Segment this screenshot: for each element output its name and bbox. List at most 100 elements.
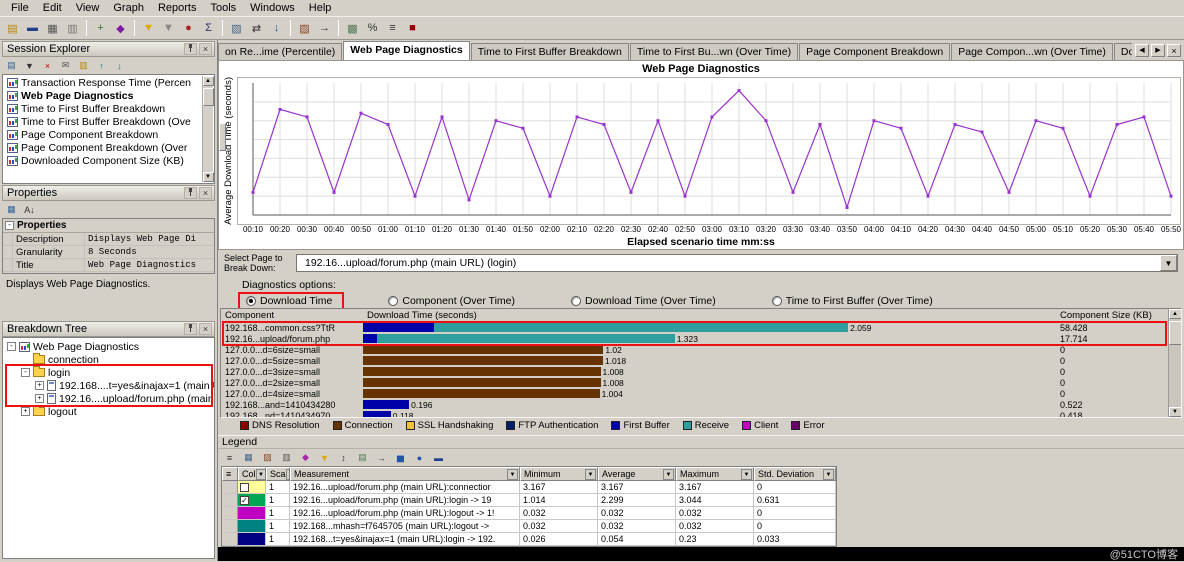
tab-time-to-first-bu-wn-over-time[interactable]: Time to First Bu...wn (Over Time)	[630, 43, 798, 60]
mail-icon[interactable]: ✉	[57, 58, 74, 73]
add-graph-icon[interactable]: +	[91, 19, 110, 37]
properties-group-row[interactable]: - Properties	[3, 219, 214, 233]
session-tree-item-web-page-diagnostics[interactable]: Web Page Diagnostics	[4, 89, 201, 102]
columns-icon[interactable]: ▤	[354, 450, 371, 465]
tab-web-page-diagnostics[interactable]: Web Page Diagnostics	[343, 41, 469, 60]
move-up-icon[interactable]: ↑	[93, 58, 110, 73]
header-dropdown-icon[interactable]: ▼	[741, 469, 752, 480]
scroll-up-icon[interactable]: ▲	[203, 76, 214, 86]
show-measurement-checkbox[interactable]	[240, 483, 249, 492]
show-measurement-checkbox[interactable]: ✓	[240, 496, 249, 505]
radio-component-over-time[interactable]: Component (Over Time)	[388, 295, 515, 307]
legend-row[interactable]: ✓1192.16...upload/forum.php (main URL):l…	[222, 494, 836, 507]
breakdown-tree-item-192-16-upload-forum-php-main-url[interactable]: +192.16....upload/forum.php (main URL)	[3, 392, 214, 405]
close-icon[interactable]: ×	[199, 187, 212, 199]
color-cell[interactable]	[238, 507, 266, 520]
row-selector[interactable]	[222, 494, 238, 507]
print-icon[interactable]: ▦	[43, 19, 62, 37]
color-cell[interactable]	[238, 481, 266, 494]
zoom-icon[interactable]: ●	[179, 19, 198, 37]
row-selector[interactable]	[222, 507, 238, 520]
legend-row[interactable]: 1192.16...upload/forum.php (main URL):lo…	[222, 507, 836, 520]
menu-reports[interactable]: Reports	[151, 1, 204, 15]
breakdown-tree-item-logout[interactable]: +logout	[3, 405, 214, 418]
header-dropdown-icon[interactable]: ▼	[256, 469, 266, 480]
column-header-component[interactable]: Component	[221, 310, 363, 321]
session-tree-item-downloaded-component-size-kb[interactable]: Downloaded Component Size (KB)	[4, 154, 201, 167]
menu-edit[interactable]: Edit	[36, 1, 69, 15]
collapse-icon[interactable]: -	[5, 221, 14, 230]
session-tree-item-time-to-first-buffer-breakdown-ove[interactable]: Time to First Buffer Breakdown (Ove	[4, 115, 201, 128]
header-dropdown-icon[interactable]: ▼	[507, 469, 518, 480]
tab-page-component-breakdown[interactable]: Page Component Breakdown	[799, 43, 950, 60]
filter-rows-icon[interactable]: ▼	[316, 450, 333, 465]
legend-row[interactable]: 1192.168...mhash=f7645705 (main URL):log…	[222, 520, 836, 533]
radio-download-time-over-time[interactable]: Download Time (Over Time)	[571, 295, 716, 307]
legend-header-minimum[interactable]: Minimum▼	[520, 467, 598, 481]
legend-header-selector[interactable]: ≡	[222, 467, 238, 481]
component-row[interactable]: 127.0.0...d=5size=small1.0180	[221, 355, 1168, 366]
legend-menu-icon[interactable]: ≡	[221, 450, 238, 465]
report-icon[interactable]: ▨	[295, 19, 314, 37]
graph-settings-icon[interactable]: ■	[403, 19, 422, 37]
breakdown-tree-item-web-page-diagnostics[interactable]: -Web Page Diagnostics	[3, 340, 214, 353]
global-filter-icon[interactable]: ▼	[159, 19, 178, 37]
save-icon[interactable]: ▬	[23, 19, 42, 37]
copy-icon[interactable]: ▥	[278, 450, 295, 465]
component-scrollbar[interactable]: ▲ ▼	[1168, 309, 1181, 417]
graph-wizard-icon[interactable]: ◆	[111, 19, 130, 37]
property-row-title[interactable]: TitleWeb Page Diagnostics	[3, 259, 214, 272]
diagnostics-line-chart[interactable]	[237, 77, 1181, 225]
tab-on-re-ime-percentile[interactable]: on Re...ime (Percentile)	[218, 43, 342, 60]
breakdown-tree-item-192-168-t-yes-inajax-1-main-url[interactable]: +192.168....t=yes&inajax=1 (main URL)	[3, 379, 214, 392]
print-preview-icon[interactable]: ▥	[63, 19, 82, 37]
view-selector-icon[interactable]: ▤	[3, 58, 20, 73]
row-selector[interactable]	[222, 481, 238, 494]
header-dropdown-icon[interactable]: ▼	[585, 469, 596, 480]
component-row[interactable]: 127.0.0...d=6size=small1.020	[221, 344, 1168, 355]
open-icon[interactable]: ▤	[3, 19, 22, 37]
raw-data-icon[interactable]: ≡	[383, 19, 402, 37]
merge-graphs-icon[interactable]: ▧	[227, 19, 246, 37]
color-cell[interactable]: ✓	[238, 494, 266, 507]
menu-file[interactable]: File	[4, 1, 36, 15]
tab-time-to-first-buffer-breakdown[interactable]: Time to First Buffer Breakdown	[471, 43, 629, 60]
header-dropdown-icon[interactable]: ▼	[663, 469, 674, 480]
menu-graph[interactable]: Graph	[106, 1, 151, 15]
row-selector[interactable]	[222, 520, 238, 533]
component-row[interactable]: 192.16...upload/forum.php1.32317.714	[221, 333, 1168, 344]
page-select-dropdown[interactable]: 192.16...upload/forum.php (main URL) (lo…	[296, 254, 1178, 272]
web-icon[interactable]: ●	[411, 450, 428, 465]
header-dropdown-icon[interactable]: ▼	[823, 469, 834, 480]
pin-icon[interactable]	[184, 187, 197, 199]
legend-header-maximum[interactable]: Maximum▼	[676, 467, 754, 481]
radio-time-to-first-buffer-over-time[interactable]: Time to First Buffer (Over Time)	[772, 295, 933, 307]
highlight-icon[interactable]: ▨	[259, 450, 276, 465]
export-icon[interactable]: →	[315, 19, 334, 37]
component-row[interactable]: 192.168...and=14104342800.1960.522	[221, 399, 1168, 410]
chart-type-icon[interactable]: ▅	[392, 450, 409, 465]
pin-icon[interactable]	[184, 323, 197, 335]
tab-scroll-right-icon[interactable]: ▶	[1151, 44, 1165, 57]
menu-windows[interactable]: Windows	[243, 1, 302, 15]
tab-close-icon[interactable]: ×	[1167, 44, 1181, 57]
component-row[interactable]: 192.168...nd=14104349700.1180.418	[221, 410, 1168, 418]
legend-header-col[interactable]: Col▼	[238, 467, 266, 481]
tab-page-compon-wn-over-time[interactable]: Page Compon...wn (Over Time)	[951, 43, 1113, 60]
menu-tools[interactable]: Tools	[203, 1, 243, 15]
categorized-icon[interactable]: ▦	[3, 202, 20, 217]
component-row[interactable]: 127.0.0...d=3size=small1.0080	[221, 366, 1168, 377]
auto-correlate-icon[interactable]: ⇄	[247, 19, 266, 37]
drill-down-icon[interactable]: ↓	[267, 19, 286, 37]
breakdown-tree-item-connection[interactable]: connection	[3, 353, 214, 366]
legend-header-measurement[interactable]: Measurement▼	[290, 467, 520, 481]
legend-row[interactable]: 1192.168...t=yes&inajax=1 (main URL):log…	[222, 533, 836, 546]
save-legend-icon[interactable]: ▬	[430, 450, 447, 465]
legend-header-std-deviation[interactable]: Std. Deviation▼	[754, 467, 836, 481]
breakdown-tree-item-login[interactable]: -login	[3, 366, 214, 379]
filter-icon[interactable]: ▼	[139, 19, 158, 37]
scroll-up-icon[interactable]: ▲	[1169, 309, 1182, 319]
row-selector[interactable]	[222, 533, 238, 546]
show-hide-graphs-icon[interactable]: ▦	[240, 450, 257, 465]
scroll-down-icon[interactable]: ▼	[1169, 407, 1182, 417]
